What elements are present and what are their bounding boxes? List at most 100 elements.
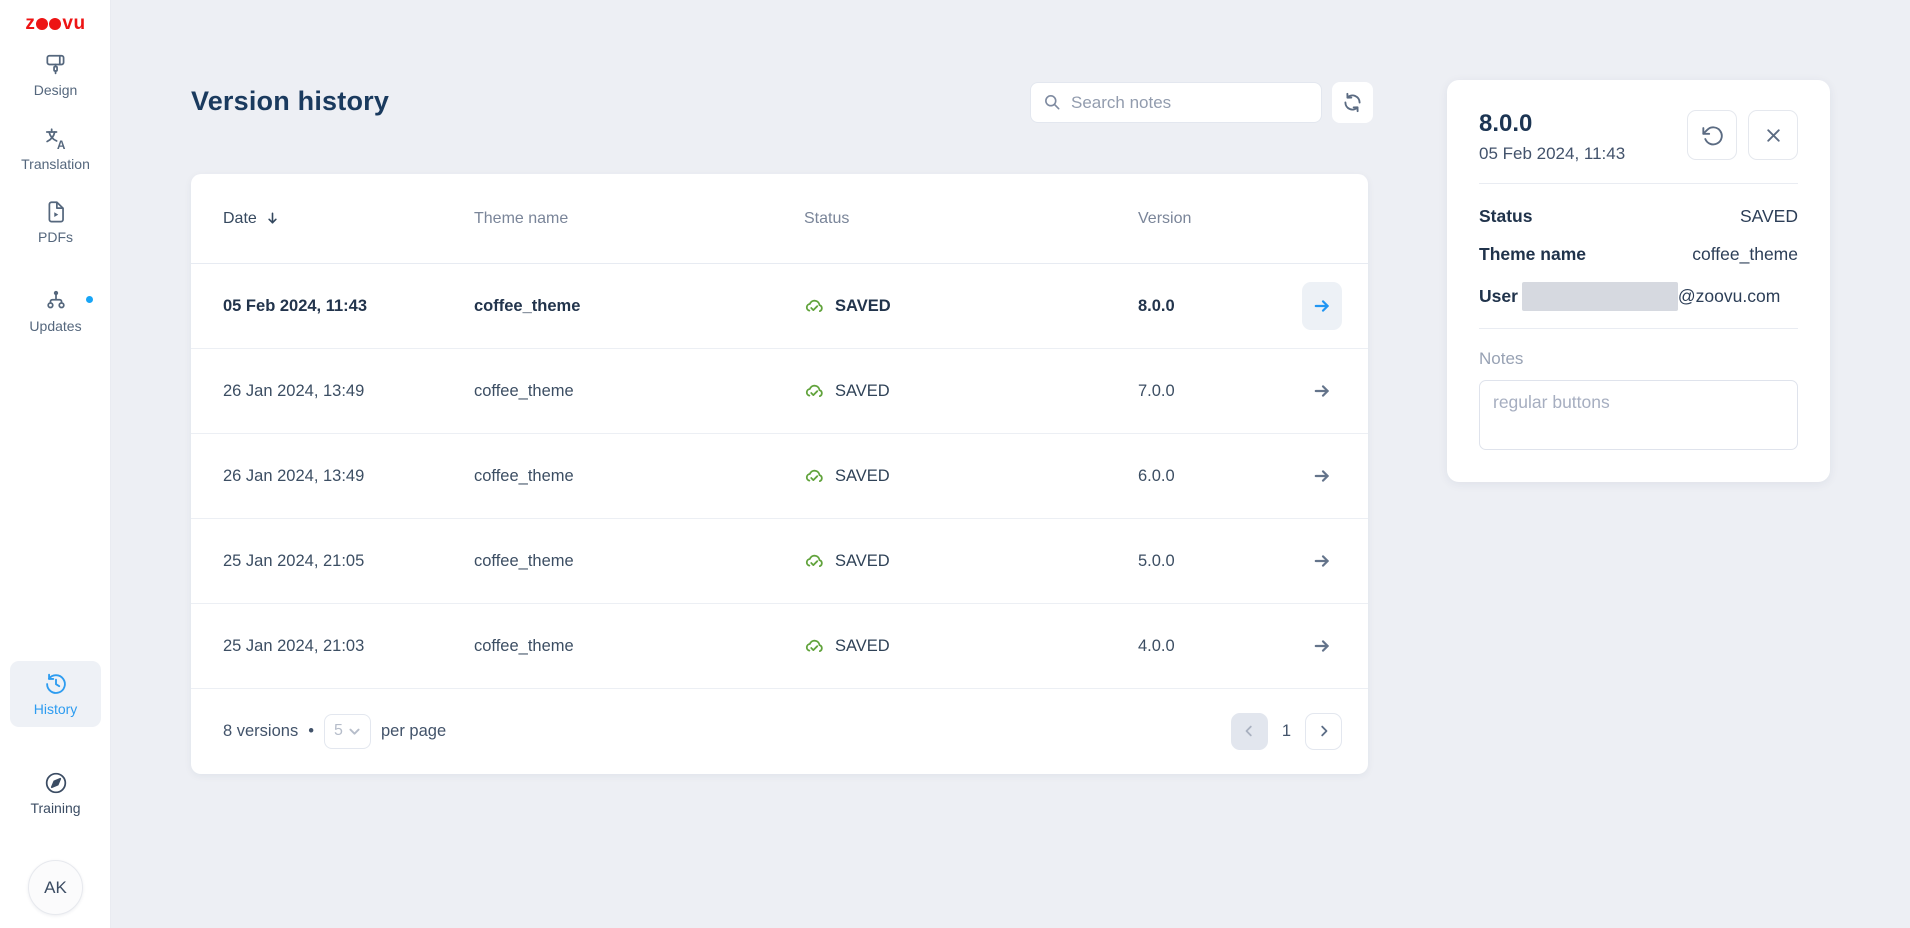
column-header-date[interactable]: Date [223, 210, 474, 228]
open-version-button[interactable] [1302, 367, 1342, 415]
sidebar-item-label: Design [34, 82, 78, 98]
sidebar-item-label: Updates [29, 318, 81, 334]
page-title: Version history [191, 86, 389, 117]
cell-status: SAVED [804, 551, 1138, 572]
open-version-button[interactable] [1302, 282, 1342, 330]
chevron-down-icon [348, 725, 361, 738]
cell-date: 25 Jan 2024, 21:03 [223, 637, 474, 656]
sidebar-item-updates[interactable]: Updates [0, 288, 111, 334]
field-value: coffee_theme [1692, 244, 1798, 265]
logo-o-dot [36, 18, 48, 30]
cell-theme-name: coffee_theme [474, 467, 804, 486]
cloud-check-icon [804, 296, 825, 317]
table-row[interactable]: 25 Jan 2024, 21:05 coffee_theme SAVED 5.… [191, 519, 1368, 604]
cell-theme-name: coffee_theme [474, 552, 804, 571]
column-header-status[interactable]: Status [804, 210, 1138, 228]
cell-version: 5.0.0 [1138, 552, 1302, 571]
cell-version: 4.0.0 [1138, 637, 1302, 656]
version-table-card: Date Theme name Status Version 05 Feb 20… [191, 174, 1368, 774]
current-page: 1 [1282, 722, 1291, 741]
search-input-wrap [1030, 82, 1322, 123]
cell-theme-name: coffee_theme [474, 297, 804, 316]
cell-theme-name: coffee_theme [474, 637, 804, 656]
refresh-icon [1341, 91, 1364, 114]
cell-status: SAVED [804, 296, 1138, 317]
open-version-button[interactable] [1302, 452, 1342, 500]
close-panel-button[interactable] [1748, 110, 1798, 160]
sidebar-item-label: Translation [21, 156, 90, 172]
arrow-right-icon [1313, 552, 1331, 570]
arrow-right-icon [1313, 297, 1331, 315]
table-header-row: Date Theme name Status Version [191, 174, 1368, 264]
detail-version: 8.0.0 [1479, 110, 1625, 138]
cloud-check-icon [804, 551, 825, 572]
arrow-right-icon [1313, 637, 1331, 655]
paint-roller-icon [43, 52, 69, 78]
restore-version-button[interactable] [1687, 110, 1737, 160]
status-label: SAVED [835, 637, 890, 656]
cloud-check-icon [804, 381, 825, 402]
cell-date: 25 Jan 2024, 21:05 [223, 552, 474, 571]
field-value: SAVED [1740, 206, 1798, 227]
sidebar-item-label: History [34, 701, 78, 717]
cell-version: 7.0.0 [1138, 382, 1302, 401]
sidebar-item-training[interactable]: Training [0, 770, 111, 816]
open-version-button[interactable] [1302, 622, 1342, 670]
per-page-label: per page [381, 722, 446, 741]
prev-page-button[interactable] [1231, 713, 1268, 750]
detail-field-status: Status SAVED [1479, 206, 1798, 227]
status-label: SAVED [835, 297, 891, 316]
field-label: Theme name [1479, 244, 1586, 265]
cloud-check-icon [804, 636, 825, 657]
divider [1479, 183, 1798, 184]
user-avatar[interactable]: AK [28, 860, 83, 915]
status-label: SAVED [835, 552, 890, 571]
pdf-file-icon [43, 199, 69, 225]
column-label: Date [223, 210, 257, 228]
column-header-version[interactable]: Version [1138, 210, 1302, 228]
table-row[interactable]: 25 Jan 2024, 21:03 coffee_theme SAVED 4.… [191, 604, 1368, 689]
detail-timestamp: 05 Feb 2024, 11:43 [1479, 144, 1625, 164]
close-icon [1763, 125, 1784, 146]
column-header-theme-name[interactable]: Theme name [474, 210, 804, 228]
cell-version: 8.0.0 [1138, 297, 1302, 316]
table-footer: 8 versions • 5 per page 1 [191, 689, 1368, 773]
arrow-right-icon [1313, 382, 1331, 400]
sidebar-item-pdfs[interactable]: PDFs [0, 199, 111, 245]
cell-date: 05 Feb 2024, 11:43 [223, 297, 474, 316]
logo-o-dot [49, 18, 61, 30]
field-value: @zoovu.com [1678, 286, 1780, 307]
table-row[interactable]: 26 Jan 2024, 13:49 coffee_theme SAVED 6.… [191, 434, 1368, 519]
table-row[interactable]: 26 Jan 2024, 13:49 coffee_theme SAVED 7.… [191, 349, 1368, 434]
sort-desc-icon [265, 210, 280, 227]
page-size-value: 5 [334, 722, 343, 740]
sidebar-item-translation[interactable]: A Translation [0, 126, 111, 172]
cell-version: 6.0.0 [1138, 467, 1302, 486]
detail-field-theme-name: Theme name coffee_theme [1479, 244, 1798, 265]
detail-field-user: User @zoovu.com [1479, 282, 1798, 311]
cell-status: SAVED [804, 381, 1138, 402]
separator-bullet: • [308, 722, 314, 741]
notes-label: Notes [1479, 349, 1798, 369]
logo-letter: z [25, 13, 35, 35]
table-row[interactable]: 05 Feb 2024, 11:43 coffee_theme SAVED 8.… [191, 264, 1368, 349]
redacted-username-block [1522, 282, 1678, 311]
cell-theme-name: coffee_theme [474, 382, 804, 401]
status-label: SAVED [835, 382, 890, 401]
cell-status: SAVED [804, 466, 1138, 487]
page-size-select[interactable]: 5 [324, 714, 371, 749]
sidebar-item-label: PDFs [38, 229, 73, 245]
divider [1479, 328, 1798, 329]
cloud-check-icon [804, 466, 825, 487]
zoovu-logo[interactable]: zvu [0, 13, 111, 35]
open-version-button[interactable] [1302, 537, 1342, 585]
chevron-left-icon [1241, 723, 1257, 739]
notes-textarea[interactable]: regular buttons [1479, 380, 1798, 450]
search-input[interactable] [1071, 93, 1309, 113]
next-page-button[interactable] [1305, 713, 1342, 750]
sidebar-item-history[interactable]: History [10, 661, 101, 727]
refresh-button[interactable] [1332, 82, 1373, 123]
history-clock-icon [43, 671, 69, 697]
avatar-initials: AK [44, 878, 67, 898]
sidebar-item-design[interactable]: Design [0, 52, 111, 98]
